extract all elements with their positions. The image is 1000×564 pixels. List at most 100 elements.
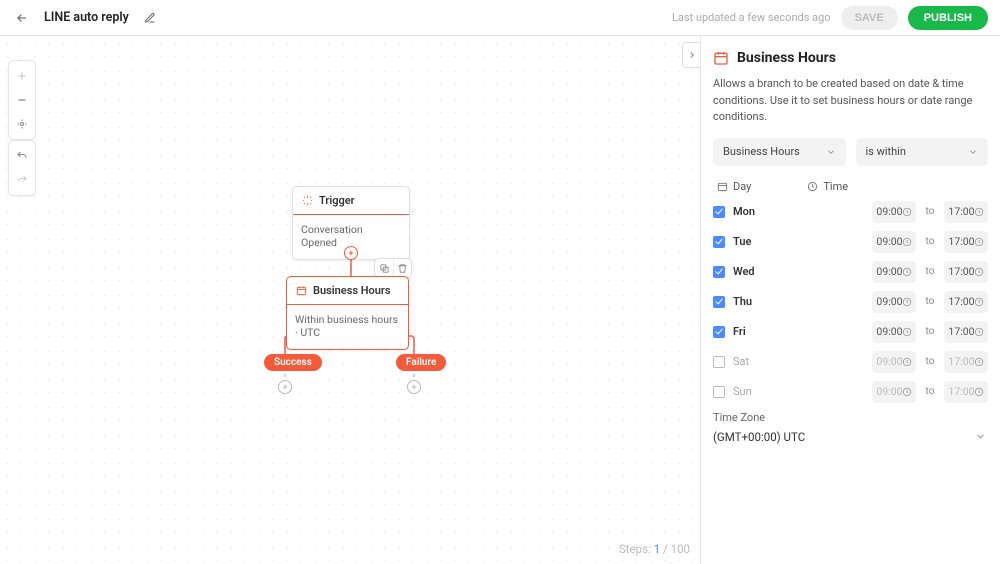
steps-counter: Steps: 1 / 100: [619, 542, 690, 556]
clock-icon: [974, 297, 984, 307]
day-row: Sat09:00to17:00: [713, 351, 988, 373]
day-name: Mon: [733, 205, 759, 218]
pencil-icon: [144, 12, 156, 24]
end-time-input[interactable]: 17:00: [944, 201, 988, 223]
day-name: Fri: [733, 325, 759, 338]
start-time-input[interactable]: 09:00: [872, 261, 916, 283]
day-checkbox[interactable]: [713, 206, 725, 218]
back-button[interactable]: [12, 8, 32, 28]
redo-icon: [15, 174, 29, 186]
node-trigger-title: Trigger: [319, 194, 355, 207]
day-row: Wed 09:00 to 17:00: [713, 261, 988, 283]
calendar-icon: [717, 181, 728, 192]
clock-icon: [974, 207, 984, 217]
day-row: Sun09:00to17:00: [713, 381, 988, 403]
delete-node-button[interactable]: [393, 259, 411, 277]
clock-icon: [902, 357, 912, 367]
start-time-input[interactable]: 09:00: [872, 351, 916, 373]
day-name: Wed: [733, 265, 759, 278]
end-time-input[interactable]: 17:00: [944, 351, 988, 373]
zoom-out-button[interactable]: [10, 89, 34, 111]
save-button[interactable]: SAVE: [841, 6, 898, 30]
node-business-hours-body: Within business hours · UTC: [287, 305, 408, 349]
start-time-input[interactable]: 09:00: [872, 231, 916, 253]
day-checkbox[interactable]: [713, 236, 725, 248]
day-name: Sat: [733, 355, 759, 368]
day-checkbox[interactable]: [713, 356, 725, 368]
start-time-input[interactable]: 09:00: [872, 321, 916, 343]
node-business-hours[interactable]: Business Hours Within business hours · U…: [286, 276, 409, 350]
clock-icon: [974, 267, 984, 277]
clock-icon: [902, 327, 912, 337]
publish-button[interactable]: PUBLISH: [908, 6, 988, 30]
clock-icon: [902, 387, 912, 397]
chevron-right-icon: [687, 50, 697, 60]
plus-icon: [410, 383, 418, 391]
crosshair-icon: [16, 118, 28, 130]
trash-icon: [397, 263, 408, 274]
timezone-label: Time Zone: [713, 411, 988, 424]
day-row: Fri 09:00 to 17:00: [713, 321, 988, 343]
redo-button[interactable]: [10, 169, 34, 191]
arrow-left-icon: [15, 11, 29, 25]
day-checkbox[interactable]: [713, 386, 725, 398]
copy-icon: [379, 263, 390, 274]
start-time-input[interactable]: 09:00: [872, 291, 916, 313]
day-row: Thu09:00to17:00: [713, 291, 988, 313]
branch-success[interactable]: Success: [264, 354, 322, 371]
day-name: Tue: [733, 235, 759, 248]
collapse-panel-button[interactable]: [682, 42, 700, 68]
day-row: Tue09:00to17:00: [713, 231, 988, 253]
end-time-input[interactable]: 17:00: [944, 261, 988, 283]
start-time-input[interactable]: 09:00: [872, 381, 916, 403]
node-actions: [374, 258, 412, 278]
end-time-input[interactable]: 17:00: [944, 231, 988, 253]
to-label: to: [924, 326, 936, 337]
plus-icon: [281, 383, 289, 391]
chevron-down-icon: [826, 147, 836, 157]
clock-icon: [902, 297, 912, 307]
undo-button[interactable]: [10, 145, 34, 167]
calendar-icon: [713, 50, 729, 66]
start-time-input[interactable]: 09:00: [872, 201, 916, 223]
zoom-in-button[interactable]: [10, 65, 34, 87]
clock-icon: [974, 237, 984, 247]
last-updated-text: Last updated a few seconds ago: [672, 11, 831, 24]
to-label: to: [924, 206, 936, 217]
end-time-input[interactable]: 17:00: [944, 381, 988, 403]
add-step-failure-button[interactable]: [407, 380, 421, 394]
calendar-icon: [296, 285, 307, 296]
workflow-canvas[interactable]: Trigger Conversation Opened Business Hou…: [0, 36, 700, 564]
panel-description: Allows a branch to be created based on d…: [713, 76, 988, 126]
fit-view-button[interactable]: [10, 113, 34, 135]
zoom-toolbox: [8, 60, 36, 140]
clock-icon: [902, 207, 912, 217]
day-checkbox[interactable]: [713, 326, 725, 338]
chevron-down-icon: [968, 147, 978, 157]
clock-icon: [902, 237, 912, 247]
day-checkbox[interactable]: [713, 296, 725, 308]
node-business-hours-title: Business Hours: [313, 284, 391, 297]
clock-icon: [974, 357, 984, 367]
day-checkbox[interactable]: [713, 266, 725, 278]
minus-icon: [16, 94, 28, 106]
to-label: to: [924, 266, 936, 277]
branch-failure[interactable]: Failure: [396, 354, 446, 371]
condition-type-select[interactable]: Business Hours: [713, 138, 846, 166]
clock-icon: [974, 387, 984, 397]
day-row: Mon 09:00 to 17:00: [713, 201, 988, 223]
end-time-input[interactable]: 17:00: [944, 291, 988, 313]
plus-icon: [347, 249, 355, 257]
add-step-success-button[interactable]: [278, 380, 292, 394]
clock-icon: [902, 267, 912, 277]
condition-operator-select[interactable]: is within: [856, 138, 989, 166]
end-time-input[interactable]: 17:00: [944, 321, 988, 343]
plus-icon: [16, 70, 28, 82]
add-step-button[interactable]: [344, 246, 358, 260]
chevron-down-icon: [975, 431, 986, 442]
edit-title-button[interactable]: [141, 9, 159, 27]
workflow-title: LINE auto reply: [44, 10, 129, 25]
timezone-select[interactable]: (GMT+00:00) UTC: [713, 430, 988, 444]
copy-node-button[interactable]: [375, 259, 393, 277]
history-toolbox: [8, 140, 36, 196]
